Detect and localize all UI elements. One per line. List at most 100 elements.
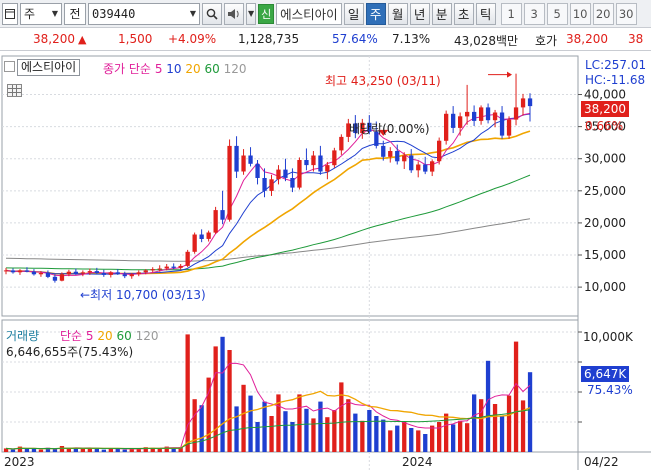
volume-label: 거래량 bbox=[6, 329, 40, 343]
volume-bar bbox=[444, 413, 449, 452]
volume-bar bbox=[269, 416, 274, 452]
count-5[interactable]: 5 bbox=[546, 2, 568, 25]
volume-info: 6,646,655주(75.43%) bbox=[6, 345, 134, 359]
vol-ma120-legend: 120 bbox=[135, 329, 159, 343]
chevron-down-icon: ▼ bbox=[51, 9, 58, 18]
period-week[interactable]: 주 bbox=[365, 2, 386, 25]
count-3[interactable]: 3 bbox=[523, 2, 545, 25]
price-change: 1,500 bbox=[118, 32, 153, 46]
volume-ma-legend-label: 단순 bbox=[60, 329, 83, 343]
candle-body bbox=[472, 111, 477, 121]
volume-bar bbox=[492, 404, 498, 452]
candle-body bbox=[101, 273, 106, 275]
volume-bar bbox=[325, 417, 330, 452]
candle-body bbox=[388, 151, 393, 157]
y-tick-label: 40,000 bbox=[584, 88, 626, 102]
count-20[interactable]: 20 bbox=[592, 2, 614, 25]
candle-body bbox=[255, 163, 260, 178]
volume-bar bbox=[10, 449, 16, 452]
current-price: 38,200 bbox=[33, 32, 75, 46]
volume-bar bbox=[115, 449, 120, 452]
chevron-down-icon[interactable]: ▼ bbox=[190, 9, 196, 18]
volume-bar bbox=[513, 341, 519, 452]
candle-body bbox=[185, 251, 190, 266]
volume-bar bbox=[24, 449, 30, 452]
candle-body bbox=[395, 151, 400, 162]
candle-body bbox=[143, 270, 148, 273]
up-arrow-icon: ▲ bbox=[78, 33, 87, 46]
candle-body bbox=[506, 119, 512, 136]
ask-price: 38,200 bbox=[566, 32, 608, 46]
candle-body bbox=[10, 270, 16, 273]
volume-bar bbox=[409, 428, 414, 452]
volume-bar bbox=[353, 413, 358, 452]
vol-ma60-legend: 60 bbox=[116, 329, 132, 343]
volume-last-marker: 6,647K bbox=[581, 366, 629, 382]
candle-body bbox=[66, 271, 71, 275]
ask-label: 호가 bbox=[535, 34, 558, 48]
search-icon bbox=[206, 8, 218, 20]
candle-body bbox=[227, 145, 232, 220]
candle-body bbox=[527, 98, 533, 107]
sound-button[interactable] bbox=[224, 2, 244, 25]
window-menu-icon[interactable] bbox=[2, 2, 18, 25]
quote-bar: 38,200 ▲ 1,500 +4.09% 1,128,735 57.64% 7… bbox=[0, 29, 651, 51]
sound-dropdown[interactable]: ▼ bbox=[246, 2, 257, 25]
volume-bar bbox=[465, 423, 470, 452]
change-percent: +4.09% bbox=[168, 32, 217, 46]
period-month[interactable]: 월 bbox=[387, 2, 408, 25]
volume-bar bbox=[458, 420, 463, 452]
volume-bar bbox=[479, 399, 484, 452]
chevron-down-icon: ▼ bbox=[248, 9, 255, 18]
candle-body bbox=[52, 276, 58, 281]
period-minute[interactable]: 분 bbox=[431, 2, 452, 25]
volume-bar bbox=[255, 422, 260, 452]
volume-bar bbox=[499, 416, 505, 452]
candle-body bbox=[499, 112, 505, 136]
candle-body bbox=[269, 179, 274, 191]
volume-bar bbox=[17, 446, 23, 452]
volume-bar bbox=[381, 419, 386, 452]
mode-toggle[interactable]: 전 bbox=[64, 2, 86, 25]
last-price-marker: 38,200 bbox=[581, 101, 629, 117]
candle-body bbox=[381, 145, 386, 157]
panel-menu-icon[interactable] bbox=[4, 61, 15, 72]
ma20-legend: 20 bbox=[185, 62, 201, 76]
candle-body bbox=[276, 169, 281, 180]
candle-body bbox=[94, 271, 99, 273]
volume-bar bbox=[297, 394, 302, 452]
period-day[interactable]: 일 bbox=[343, 2, 364, 25]
volume-bar bbox=[472, 394, 477, 452]
volume-bar bbox=[192, 399, 197, 452]
volume-bar bbox=[101, 449, 106, 452]
y-tick-label: 30,000 bbox=[584, 152, 626, 166]
market-select[interactable]: 주 ▼ bbox=[20, 2, 62, 25]
candle-body bbox=[234, 145, 239, 172]
price-chart[interactable]: 10,00015,00020,00025,00030,00035,00040,0… bbox=[0, 52, 651, 470]
search-button[interactable] bbox=[202, 2, 222, 25]
grid-table-icon[interactable] bbox=[7, 84, 22, 97]
candle-body bbox=[80, 272, 85, 274]
stock-name: 에스티아이 bbox=[276, 2, 342, 25]
candle-body bbox=[220, 210, 225, 220]
volume-bar bbox=[360, 420, 365, 452]
ask-price-2: 38 bbox=[628, 32, 644, 46]
count-30[interactable]: 30 bbox=[615, 2, 637, 25]
candle-body bbox=[3, 270, 9, 272]
volume-max-tick: 10,000K bbox=[583, 330, 633, 344]
period-tick[interactable]: 틱 bbox=[475, 2, 496, 25]
candle-body bbox=[437, 140, 442, 162]
period-year[interactable]: 년 bbox=[409, 2, 430, 25]
count-10[interactable]: 10 bbox=[569, 2, 591, 25]
hc-value: HC:-11.68 bbox=[585, 73, 646, 87]
count-1[interactable]: 1 bbox=[500, 2, 522, 25]
volume-bar bbox=[402, 422, 407, 452]
ma5-legend: 5 bbox=[154, 62, 163, 76]
y-tick-label: 25,000 bbox=[584, 184, 626, 198]
candle-body bbox=[171, 266, 176, 268]
stock-label: 에스티아이 bbox=[17, 59, 81, 76]
stock-code-input[interactable]: 039440 ▼ bbox=[88, 2, 200, 25]
ma120-legend: 120 bbox=[223, 62, 247, 76]
period-second[interactable]: 초 bbox=[453, 2, 474, 25]
candle-body bbox=[409, 155, 414, 171]
